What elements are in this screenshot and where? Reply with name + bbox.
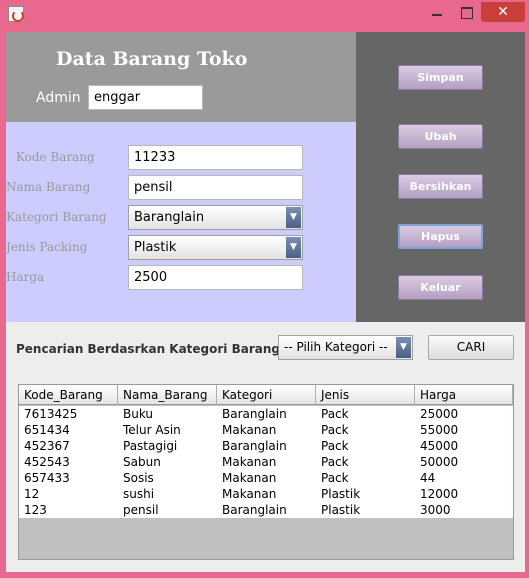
- keluar-button[interactable]: Keluar: [398, 275, 483, 300]
- maximize-icon[interactable]: [452, 2, 480, 22]
- action-panel: Simpan Ubah Bersihkan Hapus Keluar: [356, 32, 525, 322]
- header-panel: Data Barang Toko Admin enggar: [6, 32, 356, 122]
- table-cell: Pack: [321, 455, 349, 469]
- table-cell: 12000: [420, 487, 459, 501]
- table-row[interactable]: 452543 Sabun Makanan Pack 50000: [19, 454, 513, 470]
- table-header: Kode_Barang Nama_Barang Kategori Jenis H…: [19, 385, 513, 405]
- table-cell: 55000: [420, 423, 459, 437]
- java-app-icon: [8, 6, 24, 22]
- barang-table[interactable]: Kode_Barang Nama_Barang Kategori Jenis H…: [18, 384, 514, 560]
- nama-barang-label: Nama Barang: [6, 180, 91, 194]
- kategori-filter-value: -- Pilih Kategori --: [284, 340, 388, 354]
- table-cell: 651434: [24, 423, 70, 437]
- table-cell: Pack: [321, 423, 349, 437]
- table-row[interactable]: 12 sushi Makanan Plastik 12000: [19, 486, 513, 502]
- table-cell: Makanan: [222, 455, 277, 469]
- chevron-down-icon[interactable]: ▼: [286, 237, 301, 258]
- admin-field[interactable]: enggar: [88, 85, 203, 110]
- table-cell: Baranglain: [222, 503, 287, 517]
- table-cell: 12: [24, 487, 40, 501]
- kategori-filter-select[interactable]: -- Pilih Kategori -- ▼: [278, 335, 413, 360]
- table-cell: 7613425: [24, 407, 78, 421]
- form-panel: Kode Barang 11233 Nama Barang pensil Kat…: [6, 122, 356, 322]
- harga-label: Harga: [6, 270, 45, 284]
- column-header[interactable]: Jenis: [316, 385, 415, 405]
- table-cell: Makanan: [222, 471, 277, 485]
- simpan-button[interactable]: Simpan: [398, 65, 483, 90]
- nama-barang-field[interactable]: pensil: [128, 175, 303, 200]
- hapus-button[interactable]: Hapus: [398, 224, 483, 249]
- search-label: Pencarian Berdasrkan Kategori Barang: [16, 342, 280, 356]
- table-row[interactable]: 651434 Telur Asin Makanan Pack 55000: [19, 422, 513, 438]
- table-cell: 44: [420, 471, 436, 485]
- close-icon[interactable]: ✕: [481, 2, 525, 22]
- table-cell: 123: [24, 503, 47, 517]
- table-cell: 3000: [420, 503, 451, 517]
- table-cell: Baranglain: [222, 439, 287, 453]
- page-title: Data Barang Toko: [56, 48, 248, 70]
- table-cell: Baranglain: [222, 407, 287, 421]
- column-header[interactable]: Harga: [415, 385, 513, 405]
- table-cell: Sosis: [123, 471, 154, 485]
- harga-field[interactable]: 2500: [128, 265, 303, 290]
- table-cell: pensil: [123, 503, 159, 517]
- cari-button[interactable]: CARI: [428, 335, 514, 360]
- chevron-down-icon[interactable]: ▼: [286, 207, 301, 228]
- chevron-down-icon[interactable]: ▼: [396, 337, 411, 358]
- table-cell: Plastik: [321, 487, 361, 501]
- kode-barang-field[interactable]: 11233: [128, 145, 303, 170]
- table-cell: Makanan: [222, 423, 277, 437]
- column-header[interactable]: Nama_Barang: [118, 385, 217, 405]
- table-row[interactable]: 123 pensil Baranglain Plastik 3000: [19, 502, 513, 518]
- table-cell: Plastik: [321, 503, 361, 517]
- table-cell: Telur Asin: [123, 423, 181, 437]
- table-row[interactable]: 7613425 Buku Baranglain Pack 25000: [19, 406, 513, 422]
- table-cell: 657433: [24, 471, 70, 485]
- jenis-packing-value: Plastik: [134, 240, 177, 255]
- kategori-barang-select[interactable]: Baranglain ▼: [128, 205, 303, 230]
- table-cell: 25000: [420, 407, 459, 421]
- table-cell: Pack: [321, 407, 349, 421]
- table-cell: Sabun: [123, 455, 161, 469]
- kode-barang-label: Kode Barang: [16, 150, 95, 164]
- table-cell: 452367: [24, 439, 70, 453]
- jenis-packing-label: Jenis Packing: [6, 240, 88, 254]
- app-window: ✕ Data Barang Toko Admin enggar Kode Bar…: [0, 0, 529, 578]
- title-bar[interactable]: ✕: [0, 0, 529, 27]
- bersihkan-button[interactable]: Bersihkan: [398, 174, 483, 199]
- table-cell: Pack: [321, 471, 349, 485]
- search-panel: Pencarian Berdasrkan Kategori Barang -- …: [6, 322, 525, 374]
- table-cell: Makanan: [222, 487, 277, 501]
- kategori-barang-label: Kategori Barang: [6, 210, 107, 224]
- kategori-barang-value: Baranglain: [134, 210, 205, 225]
- table-row[interactable]: 657433 Sosis Makanan Pack 44: [19, 470, 513, 486]
- column-header[interactable]: Kode_Barang: [19, 385, 118, 405]
- table-cell: sushi: [123, 487, 155, 501]
- column-header[interactable]: Kategori: [217, 385, 316, 405]
- ubah-button[interactable]: Ubah: [398, 124, 483, 149]
- table-cell: 50000: [420, 455, 459, 469]
- table-cell: Pack: [321, 439, 349, 453]
- table-cell: Buku: [123, 407, 154, 421]
- minimize-icon[interactable]: [423, 2, 451, 22]
- jenis-packing-select[interactable]: Plastik ▼: [128, 235, 303, 260]
- table-body: 7613425 Buku Baranglain Pack 25000 65143…: [19, 406, 513, 518]
- admin-label: Admin: [36, 90, 81, 106]
- table-cell: 452543: [24, 455, 70, 469]
- table-row[interactable]: 452367 Pastagigi Baranglain Pack 45000: [19, 438, 513, 454]
- table-cell: Pastagigi: [123, 439, 178, 453]
- table-cell: 45000: [420, 439, 459, 453]
- content-pane: Data Barang Toko Admin enggar Kode Baran…: [6, 32, 525, 572]
